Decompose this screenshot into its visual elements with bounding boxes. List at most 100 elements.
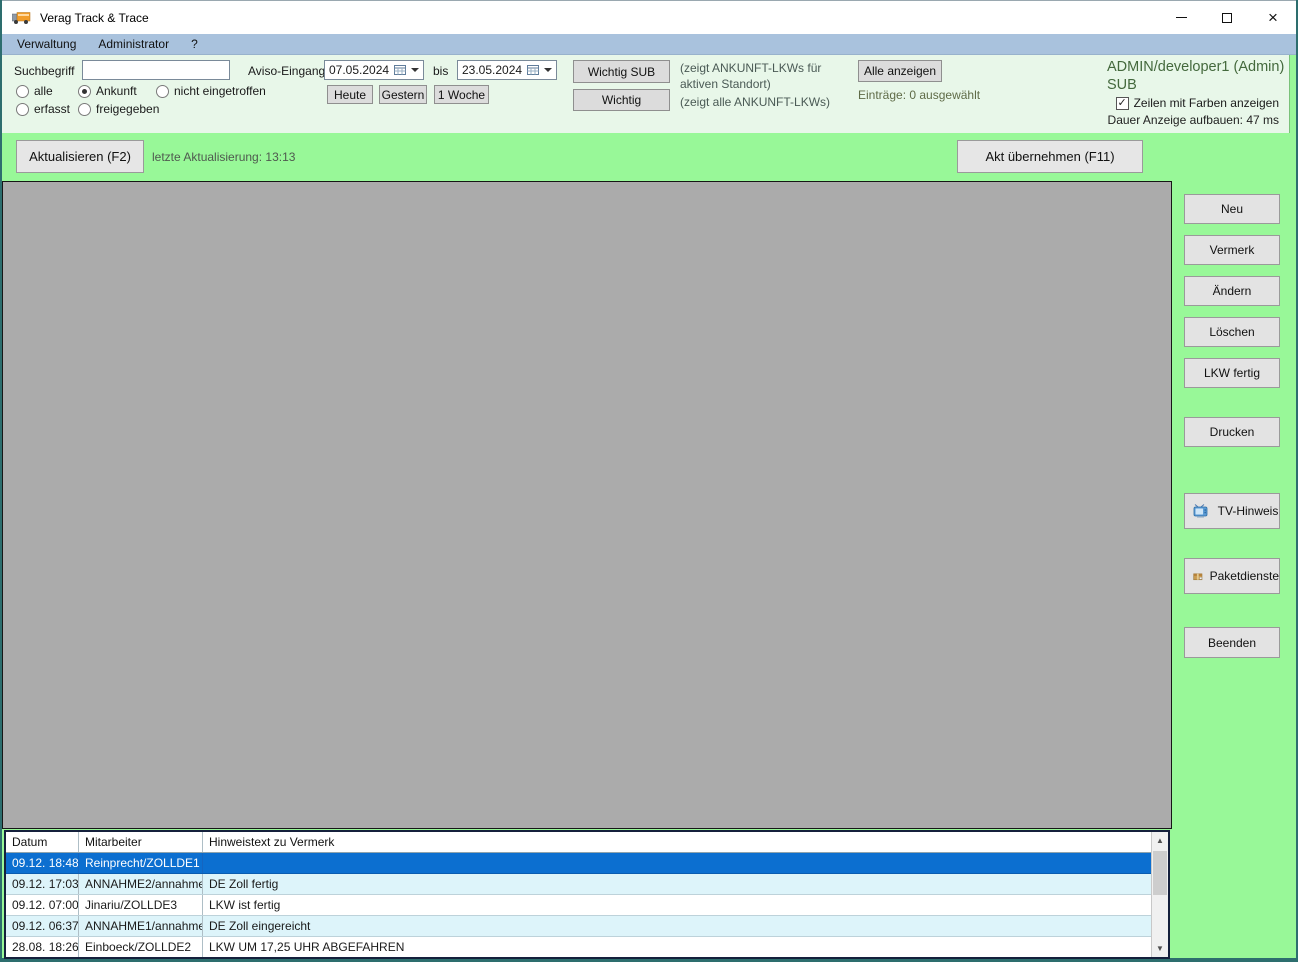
- tv-hinweis-label: TV-Hinweis: [1217, 504, 1279, 518]
- col-header-mitarbeiter[interactable]: Mitarbeiter: [79, 832, 203, 852]
- tv-hinweis-button[interactable]: TV-Hinweis: [1184, 493, 1280, 529]
- aktualisieren-button[interactable]: Aktualisieren (F2): [16, 140, 144, 173]
- cell-hinweis: [203, 853, 1151, 873]
- col-header-datum[interactable]: Datum: [6, 832, 79, 852]
- neu-button[interactable]: Neu: [1184, 194, 1280, 224]
- user-info: ADMIN/developer1 (Admin) SUB: [1107, 59, 1285, 94]
- cell-mitarbeiter: ANNAHME1/annahme1: [79, 916, 203, 936]
- minimize-icon[interactable]: [1158, 1, 1204, 34]
- farben-checkbox[interactable]: [1115, 96, 1129, 110]
- vermerk-table: Datum Mitarbeiter Hinweistext zu Vermerk…: [4, 830, 1170, 959]
- radio-freigegeben[interactable]: freigegeben: [78, 102, 159, 116]
- vermerk-button[interactable]: Vermerk: [1184, 235, 1280, 265]
- table-row[interactable]: 09.12. 17:03 ANNAHME2/annahme2 DE Zoll f…: [6, 874, 1151, 895]
- search-input[interactable]: [82, 60, 230, 80]
- radio-alle-label: alle: [34, 84, 53, 98]
- maximize-icon[interactable]: [1204, 1, 1250, 34]
- akt-uebernehmen-button[interactable]: Akt übernehmen (F11): [957, 140, 1143, 173]
- radio-alle-circle[interactable]: [16, 84, 29, 98]
- window-title: Verag Track & Trace: [40, 10, 149, 25]
- chevron-down-icon[interactable]: [411, 68, 419, 72]
- heute-button[interactable]: Heute: [327, 85, 373, 104]
- cell-datum: 09.12. 18:48: [6, 853, 79, 873]
- radio-alle[interactable]: alle: [16, 84, 53, 98]
- eine-woche-button[interactable]: 1 Woche: [434, 85, 489, 104]
- radio-freigegeben-circle[interactable]: [78, 102, 91, 116]
- sidebar: Neu Vermerk Ändern Löschen LKW fertig Dr…: [1168, 181, 1296, 958]
- lkw-fertig-button[interactable]: LKW fertig: [1184, 358, 1280, 388]
- tv-icon: [1193, 503, 1208, 517]
- cell-datum: 09.12. 07:00: [6, 895, 79, 915]
- table-row[interactable]: 09.12. 06:37 ANNAHME1/annahme1 DE Zoll e…: [6, 916, 1151, 937]
- wichtig-sub-button[interactable]: Wichtig SUB: [573, 60, 670, 83]
- cell-hinweis: LKW UM 17,25 UHR ABGEFAHREN: [209, 940, 405, 954]
- menu-bar: Verwaltung Administrator ?: [2, 34, 1296, 55]
- radio-nicht-eingetroffen[interactable]: nicht eingetroffen: [156, 84, 266, 98]
- scroll-down-icon[interactable]: ▼: [1152, 940, 1168, 957]
- radio-ankunft-circle[interactable]: [78, 84, 91, 98]
- paketdienste-label: Paketdienste: [1209, 569, 1279, 583]
- scroll-up-icon[interactable]: ▲: [1152, 832, 1168, 849]
- main-grid-area[interactable]: [2, 181, 1172, 829]
- paketdienste-button[interactable]: Paketdienste: [1184, 558, 1280, 594]
- cell-mitarbeiter: Jinariu/ZOLLDE3: [79, 895, 203, 915]
- col-header-hinweistext[interactable]: Hinweistext zu Vermerk: [203, 832, 1151, 852]
- farben-checkbox-row[interactable]: Zeilen mit Farben anzeigen: [1115, 96, 1279, 110]
- entries-status: Einträge: 0 ausgewählt: [858, 88, 981, 102]
- table-row[interactable]: 09.12. 18:48 Reinprecht/ZOLLDE1: [6, 853, 1151, 874]
- app-window: Verag Track & Trace × Verwaltung Adminis…: [2, 0, 1296, 959]
- table-header: Datum Mitarbeiter Hinweistext zu Vermerk: [6, 832, 1151, 853]
- cell-mitarbeiter: Reinprecht/ZOLLDE1: [79, 853, 203, 873]
- cell-hinweis: DE Zoll fertig: [209, 877, 279, 891]
- table-row[interactable]: 28.08. 18:26 Einboeck/ZOLLDE2 LKW UM 17,…: [6, 937, 1151, 957]
- search-label: Suchbegriff: [14, 64, 75, 78]
- cell-datum: 09.12. 17:03: [6, 874, 79, 894]
- menu-verwaltung[interactable]: Verwaltung: [6, 34, 87, 55]
- close-icon[interactable]: ×: [1250, 1, 1296, 34]
- wichtig-hint: (zeigt alle ANKUNFT-LKWs): [680, 95, 831, 109]
- cell-mitarbeiter: ANNAHME2/annahme2: [79, 874, 203, 894]
- scrollbar-thumb[interactable]: [1153, 851, 1167, 895]
- filter-panel: Suchbegriff alle Ankunft nicht eingetrof…: [2, 55, 1290, 133]
- gestern-button[interactable]: Gestern: [379, 85, 427, 104]
- drucken-button[interactable]: Drucken: [1184, 417, 1280, 447]
- table-body: Datum Mitarbeiter Hinweistext zu Vermerk…: [6, 832, 1151, 957]
- cell-datum: 28.08. 18:26: [6, 937, 79, 957]
- date-from-field[interactable]: 07.05.2024: [324, 60, 424, 80]
- radio-nicht-eingetroffen-circle[interactable]: [156, 84, 169, 98]
- table-row[interactable]: 09.12. 07:00 Jinariu/ZOLLDE3 LKW ist fer…: [6, 895, 1151, 916]
- radio-nicht-eingetroffen-label: nicht eingetroffen: [174, 84, 266, 98]
- cell-hinweis: DE Zoll eingereicht: [209, 919, 311, 933]
- wichtig-button[interactable]: Wichtig: [573, 89, 670, 111]
- table-scrollbar[interactable]: ▲ ▼: [1151, 832, 1168, 957]
- date-to-field[interactable]: 23.05.2024: [457, 60, 557, 80]
- radio-ankunft-label: Ankunft: [96, 84, 137, 98]
- date-to-value: 23.05.2024: [462, 63, 523, 77]
- title-bar: Verag Track & Trace ×: [2, 1, 1296, 34]
- package-icon: [1193, 573, 1203, 580]
- bis-label: bis: [433, 64, 449, 78]
- radio-erfasst-label: erfasst: [34, 102, 71, 116]
- beenden-button[interactable]: Beenden: [1184, 627, 1280, 658]
- chevron-down-icon[interactable]: [544, 68, 552, 72]
- last-refresh-text: letzte Aktualisierung: 13:13: [152, 150, 296, 164]
- alle-anzeigen-button[interactable]: Alle anzeigen: [858, 60, 942, 82]
- aendern-button[interactable]: Ändern: [1184, 276, 1280, 306]
- menu-administrator[interactable]: Administrator: [87, 34, 180, 55]
- truck-icon: [12, 11, 31, 24]
- menu-help[interactable]: ?: [180, 34, 209, 55]
- loeschen-button[interactable]: Löschen: [1184, 317, 1280, 347]
- duration-text: Dauer Anzeige aufbauen: 47 ms: [1107, 113, 1279, 127]
- radio-erfasst[interactable]: erfasst: [16, 102, 70, 116]
- cell-hinweis: LKW ist fertig: [209, 898, 281, 912]
- radio-ankunft[interactable]: Ankunft: [78, 84, 137, 98]
- calendar-icon: [527, 64, 542, 76]
- app-body: Suchbegriff alle Ankunft nicht eingetrof…: [2, 55, 1296, 959]
- calendar-icon: [394, 64, 409, 76]
- wichtig-sub-hint: (zeigt ANKUNFT-LKWs für aktiven Standort…: [680, 61, 822, 91]
- date-from-value: 07.05.2024: [329, 63, 390, 77]
- cell-mitarbeiter: Einboeck/ZOLLDE2: [79, 937, 203, 957]
- radio-freigegeben-label: freigegeben: [96, 102, 160, 116]
- aviso-label: Aviso-Eingang: [248, 64, 326, 78]
- radio-erfasst-circle[interactable]: [16, 102, 29, 116]
